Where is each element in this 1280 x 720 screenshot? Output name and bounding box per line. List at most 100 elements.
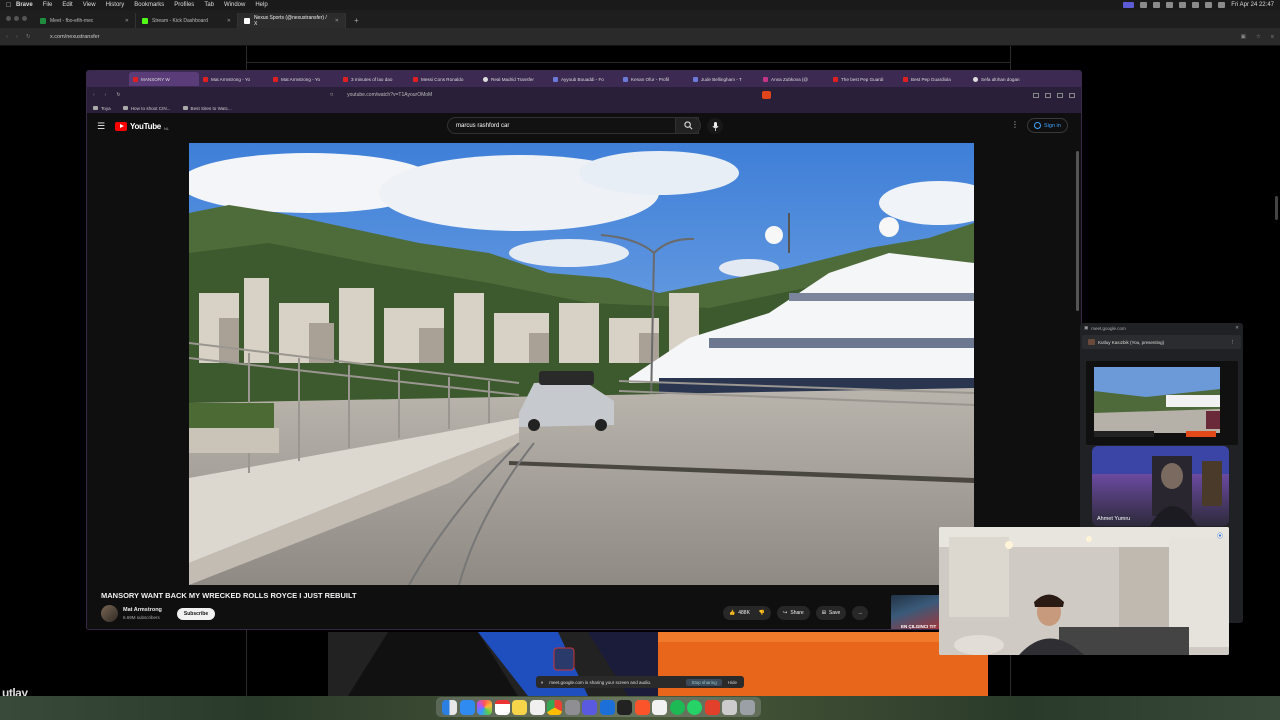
reload-icon[interactable]: ↻ [116,92,120,98]
bookmark-item[interactable]: Best Sites to Watc... [182,106,232,111]
inner-tab[interactable]: Anna Zubkova (@ [759,72,829,86]
settings-icon[interactable] [564,699,580,715]
video-player[interactable] [189,143,974,585]
outer-tab-meet[interactable]: Meet - fbo-efih-mec ✕ [34,13,136,28]
textedit-icon[interactable] [652,699,667,715]
bookmark-star-icon[interactable]: ☆ [1256,34,1261,40]
menu-file[interactable]: File [43,2,53,8]
whatsapp-icon[interactable] [687,699,702,715]
menu-profiles[interactable]: Profiles [174,2,194,8]
menu-icon[interactable]: ≡ [1271,34,1274,40]
kebab-icon[interactable]: ⋮ [1231,339,1236,345]
channel-avatar[interactable] [101,605,118,622]
search-button[interactable] [675,117,701,134]
trash-icon[interactable] [739,699,755,715]
files-icon[interactable] [722,699,737,715]
notes-icon[interactable] [512,699,527,715]
inner-tab[interactable]: Mat Armstrong - Yo [269,72,339,86]
new-tab-button[interactable]: + [346,13,367,28]
close-window-button[interactable] [6,16,11,21]
status-icon[interactable] [1153,2,1161,8]
photos-icon[interactable] [477,699,492,715]
xcode-icon[interactable] [599,699,615,715]
calendar-icon[interactable] [494,699,510,715]
close-icon[interactable]: ✕ [335,18,339,24]
brave-shields-icon[interactable] [762,91,772,99]
save-button[interactable]: ⊞ Save [815,606,847,620]
thumbs-down-icon[interactable]: 👎 [759,610,765,616]
status-icon[interactable] [1140,2,1148,8]
back-icon[interactable]: ‹ [6,34,16,40]
menu-tab[interactable]: Tab [204,2,214,8]
back-icon[interactable]: ‹ [93,92,95,98]
menubar-clock[interactable]: Fri Apr 24 22:47 [1231,2,1274,8]
inner-tab[interactable]: Jude Bellingham - T [689,72,759,86]
inner-page-scrollbar[interactable] [1076,151,1079,311]
screen-share-status-icon[interactable] [1123,2,1135,8]
share-button[interactable]: ↪ Share [777,606,810,620]
control-center-icon[interactable] [1218,2,1226,8]
hide-button[interactable]: Hide [728,680,739,685]
close-icon[interactable]: ✕ [227,18,231,24]
finder-icon[interactable] [442,699,457,715]
status-icon[interactable] [1179,2,1187,8]
channel-name[interactable]: Mat Armstrong [123,607,162,613]
brave-icon[interactable] [634,699,650,715]
menu-edit[interactable]: Edit [62,2,72,8]
spotify-icon[interactable] [669,699,685,715]
voice-search-button[interactable] [707,118,723,134]
close-icon[interactable]: ✕ [1235,325,1239,331]
reload-icon[interactable]: ↻ [26,34,36,40]
menu-view[interactable]: View [83,2,96,8]
menu-window[interactable]: Window [224,2,245,8]
inner-tab[interactable]: Sefa altıhan dogan [969,72,1039,86]
sidebar-icon[interactable] [1045,92,1051,98]
bookmark-item[interactable]: Toya [93,106,111,111]
launchpad-icon[interactable] [582,699,597,715]
inner-url-field[interactable]: youtube.com/watch?v=T1AyourOMoM [347,92,432,98]
wallet-icon[interactable] [1057,92,1063,98]
extension-icon[interactable]: ▣ [1241,34,1246,40]
bookmark-item[interactable]: How to shoot CIN... [122,106,171,111]
menu-icon[interactable] [1069,92,1075,98]
reminders-icon[interactable] [529,699,545,715]
inner-tab[interactable]: Ayyoub Bouaddi - Fo [549,72,619,86]
terminal-icon[interactable] [617,699,632,715]
more-actions-button[interactable]: ... [852,606,869,620]
wifi-icon[interactable] [1192,2,1200,8]
hamburger-menu-icon[interactable]: ☰ [97,121,115,132]
youtube-logo[interactable]: YouTube NL [115,121,169,131]
inner-tab[interactable]: Messi Cons Ronaldo [409,72,479,86]
minimize-window-button[interactable] [14,16,19,21]
youtube-search-input[interactable]: marcus rashford car ✕ [447,117,699,134]
inner-tab[interactable]: The best Pep Guardi [829,72,899,86]
extension-icon[interactable] [1033,92,1039,98]
sign-in-button[interactable]: Sign in [1027,118,1068,133]
inner-tab[interactable]: MANSORY W [129,72,199,86]
close-icon[interactable]: ✕ [125,18,129,24]
menu-app-name[interactable]: Brave [16,2,33,8]
battery-icon[interactable] [1205,2,1213,8]
menu-help[interactable]: Help [255,2,267,8]
forward-icon[interactable]: › [16,34,26,40]
inner-tab[interactable]: Mat Armstrong - Yo [199,72,269,86]
inner-tab[interactable]: Best Pep Guardiola [899,72,969,86]
stop-sharing-button[interactable]: Stop sharing [686,678,722,686]
outer-url-field[interactable]: x.com/nexustransfer [50,34,100,40]
forward-icon[interactable]: › [105,92,107,98]
chrome-icon[interactable] [547,699,562,715]
like-button[interactable]: 👍 488K 👎 [723,606,772,620]
apple-icon[interactable]:  [6,2,16,9]
zoom-window-button[interactable] [22,16,27,21]
menu-bookmarks[interactable]: Bookmarks [134,2,164,8]
subscribe-button[interactable]: Subscribe [176,607,216,620]
status-icon[interactable] [1166,2,1174,8]
menu-history[interactable]: History [106,2,125,8]
inner-tab[interactable]: 3 minutes of lao dao [339,72,409,86]
page-scrollbar[interactable] [1275,196,1278,220]
inner-tab[interactable]: Kenan Ofur - Profil [619,72,689,86]
outer-tab-x[interactable]: Nexus Sports (@nexustransfer) / X ✕ [238,13,346,28]
bookmark-icon[interactable]: ⌑ [331,92,334,98]
brave-beta-icon[interactable] [704,699,720,715]
settings-kebab-icon[interactable]: ⋮ [1011,120,1019,129]
